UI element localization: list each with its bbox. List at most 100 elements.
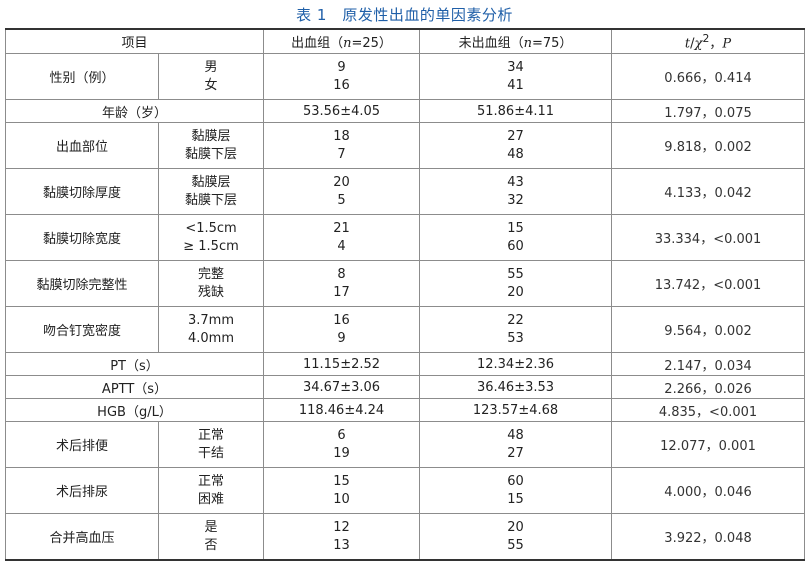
nobleed-values-value: 60	[507, 238, 524, 254]
bleed-values: 15 10	[263, 467, 421, 514]
stat-value: 9.564，0.002	[611, 306, 806, 353]
nobleed-values-value: 27	[507, 445, 524, 461]
row-label: APTT（s）	[4, 375, 265, 399]
row-sublabels-value: 黏膜下层	[185, 146, 238, 162]
bleed-values: 21 4	[263, 214, 421, 261]
nobleed-values-value: 15	[507, 220, 524, 236]
nobleed-values-value: 53	[507, 330, 524, 346]
bleed-values-value: 7	[337, 146, 346, 162]
row-label: 出血部位	[5, 122, 159, 169]
header-item: 项目	[4, 28, 265, 54]
row-sublabels: 正常 困难	[157, 467, 265, 514]
bleed-values: 6 19	[263, 421, 421, 468]
stat-value: 13.742，<0.001	[611, 260, 806, 307]
bleed-values: 20 5	[263, 168, 421, 215]
row-sublabels: 黏膜层 黏膜下层	[157, 122, 265, 169]
row-label: 性别（例）	[5, 53, 159, 100]
row-sublabels: 男女	[157, 53, 265, 100]
nobleed-values: 43 32	[419, 168, 613, 215]
header-row: 项目 出血组（n=25） 未出血组（n=75） t/χ2，P	[4, 28, 806, 54]
row-sublabels: 正常 干结	[157, 421, 265, 468]
nobleed-values-value: 27	[507, 128, 524, 144]
bleed-values-value: 8	[337, 266, 346, 282]
bleed-values-value: 18	[333, 128, 350, 144]
bleed-values-value: 4	[337, 238, 346, 254]
nobleed-values-value: 34	[507, 59, 524, 75]
nobleed-values: 22 53	[419, 306, 613, 353]
bleed-values-value: 5	[337, 192, 346, 208]
nobleed-values-value: 22	[507, 312, 524, 328]
row-label: 吻合钉宽密度	[5, 306, 159, 353]
table-row: 黏膜切除宽度 <1.5cm ≥ 1.5cm 21 4 15 60 33.334，<0.001	[5, 214, 806, 261]
bleed-values-value: 9	[337, 330, 346, 346]
row-sublabels-value: 否	[204, 537, 218, 553]
row-sublabels-value: 干结	[198, 445, 225, 461]
row-label: 年龄（岁）	[4, 99, 265, 123]
bleed-value: 11.15±2.52	[263, 352, 421, 376]
bleed-values-value: 12	[333, 519, 350, 535]
row-sublabels-value: ≥ 1.5cm	[183, 238, 239, 254]
nobleed-value: 123.57±4.68	[419, 398, 613, 422]
nobleed-values-value: 48	[507, 427, 524, 443]
table-row: APTT（s） 34.67±3.06 36.46±3.53 2.266，0.026	[4, 375, 806, 399]
table-row: 出血部位 黏膜层 黏膜下层 18 7 27 48 9.818，0.002	[5, 122, 806, 169]
bleed-values-value: 15	[333, 473, 350, 489]
bleed-values: 12 13	[263, 513, 421, 561]
bleed-values-value: 16	[333, 77, 350, 93]
nobleed-values: 27 48	[419, 122, 613, 169]
bleed-values-value: 9	[337, 59, 346, 75]
stat-value: 4.000，0.046	[611, 467, 806, 514]
stat-value: 33.334，<0.001	[611, 214, 806, 261]
nobleed-values: 55 20	[419, 260, 613, 307]
table-row: 吻合钉宽密度 3.7mm 4.0mm 16 9 22 53 9.564，0.002	[5, 306, 806, 353]
stat-value: 2.266，0.026	[611, 375, 806, 399]
row-label: 合并高血压	[5, 513, 159, 561]
row-sublabels-value: 困难	[198, 491, 225, 507]
row-sublabels-value: 正常	[198, 473, 225, 489]
row-sublabels-value: 完整	[198, 266, 225, 282]
stat-value: 4.835，<0.001	[611, 398, 806, 422]
bleed-value: 34.67±3.06	[263, 375, 421, 399]
bleed-values: 16 9	[263, 306, 421, 353]
bleed-values: 8 17	[263, 260, 421, 307]
row-sublabels-value: 男	[204, 59, 218, 75]
table-body: 性别（例）男女 9 16 34 41 0.666，0.414 年龄（岁） 53.56±4.05…	[4, 53, 806, 561]
nobleed-values: 60 15	[419, 467, 613, 514]
row-sublabels-value: 4.0mm	[188, 330, 235, 346]
row-sublabels-value: 3.7mm	[188, 312, 235, 328]
stat-value: 3.922，0.048	[611, 513, 806, 561]
table-row: 术后排尿 正常 困难 15 10 60 15 4.000，0.046	[5, 467, 806, 514]
nobleed-values-value: 32	[507, 192, 524, 208]
stat-value: 4.133，0.042	[611, 168, 806, 215]
nobleed-values-value: 43	[507, 174, 524, 190]
nobleed-values: 15 60	[419, 214, 613, 261]
bleed-values-value: 20	[333, 174, 350, 190]
row-sublabels-value: 黏膜层	[191, 128, 231, 144]
row-sublabels-value: <1.5cm	[185, 220, 237, 236]
row-label: HGB（g/L）	[4, 398, 265, 422]
table-row: PT（s） 11.15±2.52 12.34±2.36 2.147，0.034	[4, 352, 806, 376]
bleed-values-value: 13	[333, 537, 350, 553]
nobleed-values-value: 55	[507, 537, 524, 553]
stat-value: 12.077，0.001	[611, 421, 806, 468]
nobleed-values-value: 41	[507, 77, 524, 93]
header-statistic: t/χ2，P	[611, 28, 806, 54]
nobleed-values-value: 48	[507, 146, 524, 162]
row-sublabels-value: 是	[204, 519, 218, 535]
stat-value: 9.818，0.002	[611, 122, 806, 169]
row-sublabels-value: 黏膜层	[191, 174, 231, 190]
bleed-values-value: 17	[333, 284, 350, 300]
row-label: 黏膜切除完整性	[5, 260, 159, 307]
row-label: 术后排尿	[5, 467, 159, 514]
header-bleed-group: 出血组（n=25）	[263, 28, 421, 54]
nobleed-values-value: 20	[507, 519, 524, 535]
row-sublabels: 黏膜层 黏膜下层	[157, 168, 265, 215]
table-row: 合并高血压是否 12 13 20 55 3.922，0.048	[5, 513, 806, 561]
nobleed-values: 20 55	[419, 513, 613, 561]
row-label: PT（s）	[4, 352, 265, 376]
table-row: 黏膜切除完整性 完整 残缺 8 17 55 20 13.742，<0.001	[5, 260, 806, 307]
bleed-values-value: 21	[333, 220, 350, 236]
row-sublabels-value: 黏膜下层	[185, 192, 238, 208]
nobleed-value: 51.86±4.11	[419, 99, 613, 123]
row-label: 黏膜切除宽度	[5, 214, 159, 261]
